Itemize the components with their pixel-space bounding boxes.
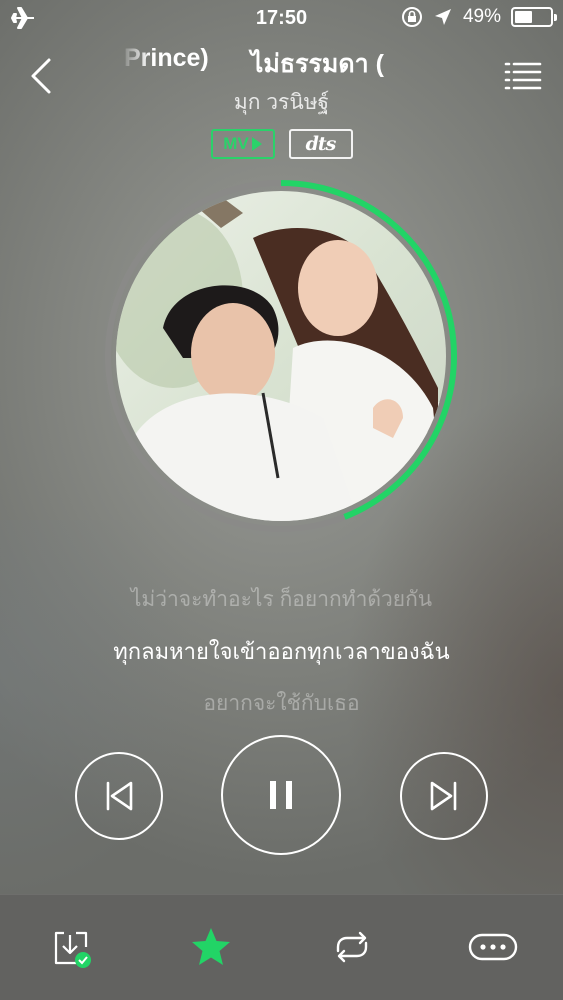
song-title-fragment-start: ไม่ธรรมดา ( bbox=[250, 50, 384, 78]
more-icon bbox=[468, 933, 518, 961]
favorite-button[interactable] bbox=[183, 919, 239, 975]
mv-badge-label: MV bbox=[223, 134, 249, 153]
next-track-icon bbox=[430, 781, 457, 811]
lyrics-panel[interactable]: ไม่ว่าจะทำอะไร ก็อยากทำด้วยกัน ทุกลมหายใ… bbox=[0, 585, 563, 741]
more-options-button[interactable] bbox=[465, 919, 521, 975]
download-button[interactable] bbox=[42, 919, 98, 975]
pause-icon bbox=[270, 781, 292, 809]
status-bar: 17:50 49% bbox=[0, 0, 563, 36]
dts-badge[interactable]: dts bbox=[288, 129, 353, 159]
previous-track-button[interactable] bbox=[75, 752, 163, 840]
repeat-button[interactable] bbox=[324, 919, 380, 975]
bottom-toolbar bbox=[0, 894, 563, 1000]
downloaded-icon bbox=[54, 931, 91, 968]
favorite-star-icon bbox=[192, 928, 230, 965]
song-title-marquee: Prince) ไม่ธรรมดา ( bbox=[120, 42, 443, 78]
battery-percent: 49% bbox=[462, 6, 501, 27]
album-art-disc[interactable] bbox=[103, 178, 459, 534]
next-track-button[interactable] bbox=[400, 752, 488, 840]
lyric-previous-line: ไม่ว่าจะทำอะไร ก็อยากทำด้วยกัน bbox=[130, 588, 433, 611]
song-title-fragment-end: Prince) bbox=[124, 44, 209, 72]
lyric-current-line: ทุกลมหายใจเข้าออกทุกเวลาของฉัน bbox=[113, 639, 450, 664]
pause-button[interactable] bbox=[221, 735, 341, 855]
artist-name[interactable]: มุก วรนิษฐ์ bbox=[0, 86, 563, 119]
mv-badge[interactable]: MV bbox=[210, 129, 275, 159]
previous-track-icon bbox=[106, 781, 133, 811]
play-triangle-icon bbox=[251, 137, 262, 151]
repeat-icon bbox=[336, 931, 368, 963]
album-cover-image bbox=[116, 191, 446, 521]
lyric-next-line: อยากจะใช้กับเธอ bbox=[203, 692, 360, 715]
battery-icon bbox=[511, 7, 557, 27]
location-arrow-icon bbox=[434, 9, 451, 25]
quality-badges: MV dts bbox=[0, 129, 563, 159]
dts-badge-label: dts bbox=[305, 133, 337, 155]
orientation-lock-icon bbox=[401, 7, 422, 27]
battery-fill bbox=[515, 11, 533, 23]
